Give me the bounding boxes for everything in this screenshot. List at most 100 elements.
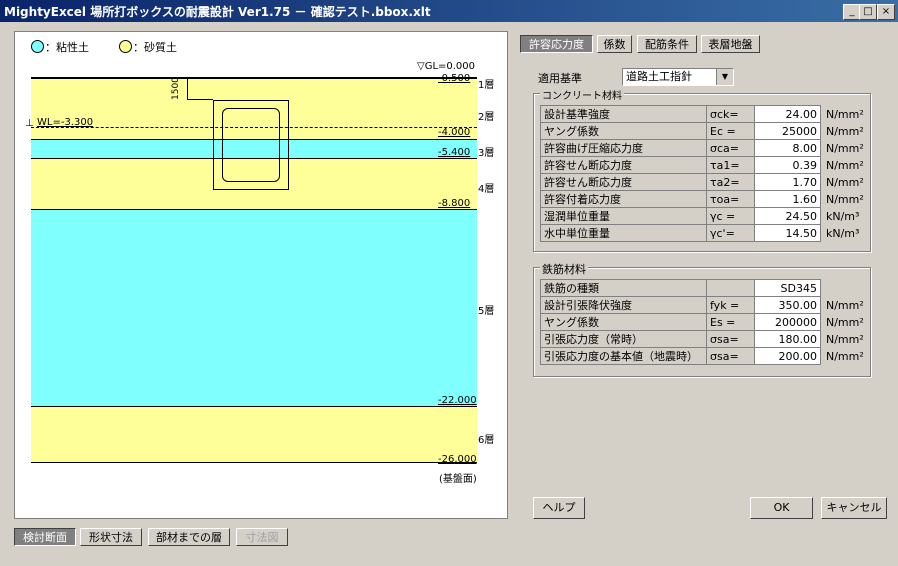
- property-symbol: γc'=: [706, 224, 755, 242]
- property-symbol: σsa=: [706, 347, 755, 365]
- property-row: 設計引張降伏強度 fyk = 350.00 N/mm²: [540, 296, 868, 314]
- property-row: 設計基準強度 σck= 24.00 N/mm²: [540, 105, 868, 123]
- property-value-input[interactable]: SD345: [754, 279, 821, 297]
- property-unit: N/mm²: [826, 349, 864, 363]
- tab-surface-ground[interactable]: 表層地盤: [701, 35, 760, 53]
- clay-legend-label: ：粘性土: [45, 41, 89, 54]
- property-symbol: σck=: [706, 105, 755, 123]
- property-row: 許容付着応力度 τoa= 1.60 N/mm²: [540, 190, 868, 208]
- property-symbol: γc =: [706, 207, 755, 225]
- rebar-table: 鉄筋の種類 SD345 設計引張降伏強度 fyk = 350.00 N/mm² ヤング係数 E…: [540, 279, 868, 365]
- ok-button[interactable]: OK: [750, 497, 813, 519]
- property-name: 許容付着応力度: [540, 190, 707, 208]
- tab-layers-to-member[interactable]: 部材までの層: [148, 528, 230, 546]
- property-unit: N/mm²: [826, 332, 864, 346]
- property-value-input[interactable]: 25000: [754, 122, 821, 140]
- property-row: ヤング係数 Es = 200000 N/mm²: [540, 313, 868, 331]
- property-value-input[interactable]: 8.00: [754, 139, 821, 157]
- chevron-down-icon[interactable]: ▼: [716, 69, 733, 85]
- property-value-input[interactable]: 1.70: [754, 173, 821, 191]
- cover-dimension-line: [187, 79, 188, 100]
- property-unit: N/mm²: [826, 124, 864, 138]
- depth-label-4: -8.800: [438, 198, 471, 209]
- property-row: 許容せん断応力度 τa1= 0.39 N/mm²: [540, 156, 868, 174]
- property-row: 湿潤単位重量 γc = 24.50 kN/m³: [540, 207, 868, 225]
- property-unit: N/mm²: [826, 315, 864, 329]
- property-name: 許容曲げ圧縮応力度: [540, 139, 707, 157]
- property-name: 引張応力度の基本値（地震時）: [540, 347, 707, 365]
- property-symbol: Ec =: [706, 122, 755, 140]
- property-name: ヤング係数: [540, 122, 707, 140]
- property-value-input[interactable]: 0.39: [754, 156, 821, 174]
- layer-label-3: 3層: [478, 148, 495, 159]
- section-drawing: ：粘性土 ：砂質土 ▽GL=0.000 ⊥ WL=-3.300 1500 -0.…: [14, 31, 508, 519]
- standard-value: 道路土工指針: [626, 70, 692, 83]
- property-unit: N/mm²: [826, 175, 864, 189]
- property-name: 湿潤単位重量: [540, 207, 707, 225]
- close-button[interactable]: ×: [877, 4, 895, 20]
- property-symbol: τoa=: [706, 190, 755, 208]
- property-value-input[interactable]: 200000: [754, 313, 821, 331]
- layer-label-5: 5層: [478, 306, 495, 317]
- property-value-input[interactable]: 1.60: [754, 190, 821, 208]
- tab-rebar-conditions[interactable]: 配筋条件: [637, 35, 697, 53]
- cancel-button[interactable]: キャンセル: [821, 497, 887, 519]
- sand-legend-swatch: [119, 40, 132, 53]
- property-name: ヤング係数: [540, 313, 707, 331]
- property-symbol: σsa=: [706, 330, 755, 348]
- property-name: 設計基準強度: [540, 105, 707, 123]
- help-button[interactable]: ヘルプ: [533, 497, 585, 519]
- property-symbol: Es =: [706, 313, 755, 331]
- property-row: 引張応力度の基本値（地震時） σsa= 200.00 N/mm²: [540, 347, 868, 365]
- property-row: 水中単位重量 γc'= 14.50 kN/m³: [540, 224, 868, 242]
- property-symbol: τa2=: [706, 173, 755, 191]
- property-value-input[interactable]: 350.00: [754, 296, 821, 314]
- property-value-input[interactable]: 24.00: [754, 105, 821, 123]
- layer-6-sand: [31, 406, 477, 463]
- tab-section[interactable]: 検討断面: [14, 528, 76, 546]
- box-culvert-inner: [222, 108, 280, 182]
- property-name: 水中単位重量: [540, 224, 707, 242]
- depth-label-5: -22.000: [438, 395, 477, 406]
- property-symbol: σca=: [706, 139, 755, 157]
- property-row: 鉄筋の種類 SD345: [540, 279, 868, 297]
- title-bar: MightyExcel 場所打ボックスの耐震設計 Ver1.75 － 確認テスト…: [0, 0, 898, 22]
- boundary-line: [31, 209, 477, 210]
- property-row: 許容せん断応力度 τa2= 1.70 N/mm²: [540, 173, 868, 191]
- property-unit: N/mm²: [826, 298, 864, 312]
- depth-label-3: -5.400: [438, 147, 471, 158]
- property-unit: kN/m³: [826, 226, 860, 240]
- property-symbol: τa1=: [706, 156, 755, 174]
- property-unit: N/mm²: [826, 141, 864, 155]
- concrete-group-title: コンクリート材料: [540, 87, 624, 102]
- layer-label-1: 1層: [478, 80, 495, 91]
- base-label: (基盤面): [439, 474, 477, 485]
- property-value-input[interactable]: 24.50: [754, 207, 821, 225]
- layer-label-6: 6層: [478, 435, 495, 446]
- property-row: ヤング係数 Ec = 25000 N/mm²: [540, 122, 868, 140]
- maximize-button[interactable]: □: [859, 4, 877, 20]
- boundary-line: [31, 406, 477, 407]
- standard-label: 適用基準: [538, 72, 582, 85]
- property-value-input[interactable]: 180.00: [754, 330, 821, 348]
- property-unit: N/mm²: [826, 107, 864, 121]
- property-name: 鉄筋の種類: [540, 279, 707, 297]
- property-name: 許容せん断応力度: [540, 173, 707, 191]
- property-row: 引張応力度（常時） σsa= 180.00 N/mm²: [540, 330, 868, 348]
- property-name: 許容せん断応力度: [540, 156, 707, 174]
- tab-shape-dimensions[interactable]: 形状寸法: [80, 528, 142, 546]
- cover-dimension-label: 1500: [171, 77, 181, 100]
- concrete-table: 設計基準強度 σck= 24.00 N/mm² ヤング係数 Ec = 25000 N/mm² 許…: [540, 105, 868, 242]
- property-symbol: fyk =: [706, 296, 755, 314]
- tab-coefficients[interactable]: 係数: [597, 35, 632, 53]
- gl-label: ▽GL=0.000: [417, 61, 476, 72]
- layer-label-2: 2層: [478, 112, 495, 123]
- property-unit: N/mm²: [826, 192, 864, 206]
- layer-label-4: 4層: [478, 184, 495, 195]
- property-symbol: [706, 279, 755, 297]
- property-value-input[interactable]: 200.00: [754, 347, 821, 365]
- standard-select[interactable]: 道路土工指針 ▼: [622, 68, 734, 86]
- property-value-input[interactable]: 14.50: [754, 224, 821, 242]
- tab-dimension-drawing[interactable]: 寸法図: [236, 528, 288, 546]
- tab-allowable-stress[interactable]: 許容応力度: [520, 35, 593, 53]
